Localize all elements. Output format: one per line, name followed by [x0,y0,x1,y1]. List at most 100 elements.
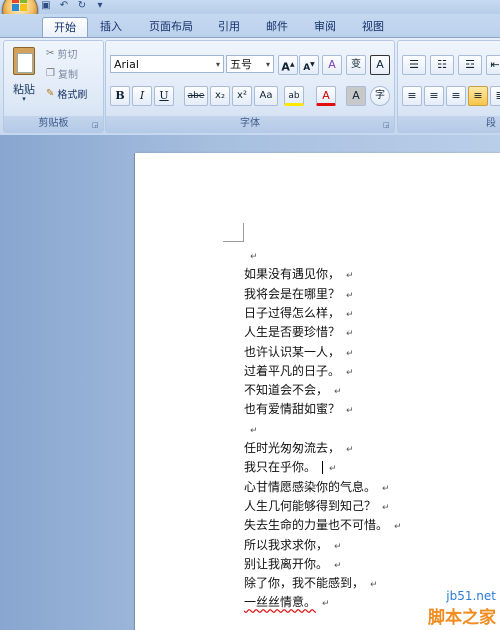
document-line[interactable]: 也有爱情甜如蜜？ ↵ [244,401,354,417]
enclose-character-icon: 字 [375,90,385,101]
document-line[interactable]: 任时光匆匆流去， ↵ [244,440,354,456]
line-text: 人生是否要珍惜？ [244,325,341,340]
enclose-character-button[interactable]: 字 [370,86,390,106]
tab-insert[interactable]: 插入 [92,17,130,37]
watermark-brand: 脚本之家 [428,608,496,628]
subscript-icon: x₂ [215,90,225,101]
document-page[interactable]: ↵ 如果没有遇见你， ↵ 我将会是在哪里？ ↵ 日子过得怎么样， ↵ 人生是否要珍惜？ ↵ 也许认… [135,153,500,630]
shrink-font-button[interactable]: A▼ [299,55,319,75]
subscript-button[interactable]: x₂ [210,86,230,106]
character-shading-button[interactable]: A [346,86,366,106]
change-case-icon: Aa [259,90,273,101]
grow-font-button[interactable]: A▲ [278,55,298,75]
document-line[interactable]: 别让我离开你。 ↵ [244,556,342,572]
document-line[interactable]: 所以我求求你， ↵ [244,537,342,553]
document-line[interactable]: 也许认识某一人， ↵ [244,344,354,360]
clipboard-group-label: 剪贴板 [4,116,103,132]
tab-page-layout[interactable]: 页面布局 [142,17,200,37]
tab-view[interactable]: 视图 [354,17,392,37]
line-text: 任时光匆匆流去， [244,441,341,455]
text-cursor [322,461,324,475]
bullets-button[interactable]: ☰ [402,55,426,75]
superscript-button[interactable]: x² [232,86,252,106]
redo-icon[interactable]: ↻ [76,1,88,11]
document-workspace: ↵ 如果没有遇见你， ↵ 我将会是在哪里？ ↵ 日子过得怎么样， ↵ 人生是否要珍惜？ ↵ 也许认… [0,135,500,630]
change-case-button[interactable]: Aa [254,86,278,106]
align-right-button[interactable]: ≡ [446,86,466,106]
clipboard-launcher-icon[interactable]: ◲ [92,121,100,129]
font-launcher-icon[interactable]: ◲ [383,121,391,129]
highlighter-icon: ab [288,91,300,101]
document-line[interactable]: 人生几何能够得到知己？ ↵ [244,498,390,514]
italic-button[interactable]: I [132,86,152,106]
multilevel-list-button[interactable]: ☲ [458,55,482,75]
phonetic-guide-button[interactable]: 变 [346,55,366,75]
document-line[interactable]: 日子过得怎么样， ↵ [244,305,354,321]
tab-home[interactable]: 开始 [42,17,88,38]
tab-references[interactable]: 引用 [210,17,248,37]
document-line[interactable]: 如果没有遇见你， ↵ [244,266,354,282]
align-center-button[interactable]: ≡ [424,86,444,106]
font-group-label: 字体 [106,116,394,132]
paste-button[interactable]: 粘贴 ▾ [8,45,40,105]
highlight-button[interactable]: ab [284,86,304,106]
clear-format-icon: A [328,58,336,71]
document-line[interactable]: ↵ [244,247,258,263]
paragraph-mark-icon: ↵ [334,387,342,398]
line-text: 也许认识某一人， [244,344,341,359]
font-size-value: 五号 [230,58,252,71]
document-line[interactable]: ↵ [244,421,258,437]
scissors-icon: ✂ [46,48,55,59]
font-size-combo[interactable]: 五号 ▾ [226,55,274,73]
customize-qat-icon[interactable]: ▾ [94,1,106,11]
italic-icon: I [139,89,145,102]
font-color-button[interactable]: A [316,86,336,106]
decrease-indent-button[interactable]: ⇤ [486,55,500,75]
document-line[interactable]: 失去生命的力量也不可惜。 ↵ [244,517,402,533]
font-group: Arial ▾ 五号 ▾ A▲ A▼ A 变 A B I U abe x₂ x²… [105,40,395,133]
font-name-value: Arial [114,58,139,71]
document-line[interactable]: 一丝丝情意。 ↵ [244,594,330,610]
character-shading-icon: A [352,89,360,102]
paragraph-mark-icon: ↵ [382,502,390,513]
strikethrough-button[interactable]: abe [184,86,208,106]
format-painter-button[interactable]: ✎ 格式刷 [46,86,87,101]
grow-font-icon: A [281,60,290,74]
document-line[interactable]: 我只在乎你。 ↵ [244,459,337,475]
chevron-down-icon: ▾ [215,60,220,69]
document-line[interactable]: 心甘情愿感染你的气息。 ↵ [244,479,390,495]
document-line[interactable]: 人生是否要珍惜？ ↵ [244,324,354,340]
copy-button[interactable]: ❐ 复制 [46,66,78,81]
copy-icon: ❐ [46,68,55,79]
undo-icon[interactable]: ↶ [58,1,70,11]
underline-button[interactable]: U [154,86,174,106]
superscript-icon: x² [237,90,247,101]
paragraph-mark-icon: ↵ [346,271,354,282]
paragraph-group: ☰ ☷ ☲ ⇤ ≡ ≡ ≡ ≡ ≣ 段 [397,40,500,133]
document-line[interactable]: 除了你，我不能感到， ↵ [244,575,378,591]
paragraph-mark-icon: ↵ [346,290,354,301]
numbering-button[interactable]: ☷ [430,55,454,75]
format-painter-label: 格式刷 [57,90,88,101]
paste-dropdown-icon[interactable]: ▾ [8,95,40,103]
font-color-icon: A [322,89,330,102]
justify-button[interactable]: ≡ [468,86,488,106]
document-line[interactable]: 过着平凡的日子。 ↵ [244,363,354,379]
align-left-button[interactable]: ≡ [402,86,422,106]
line-text: 日子过得怎么样， [244,305,341,320]
strikethrough-icon: abe [187,91,205,101]
document-line[interactable]: 不知道会不会， ↵ [244,382,342,398]
paragraph-mark-icon: ↵ [250,425,258,436]
clipboard-icon [13,47,35,75]
font-name-combo[interactable]: Arial ▾ [110,55,224,73]
distributed-button[interactable]: ≣ [490,86,500,106]
save-icon[interactable]: ▣ [40,1,52,11]
tab-mailings[interactable]: 邮件 [258,17,296,37]
document-line[interactable]: 我将会是在哪里？ ↵ [244,286,354,302]
cut-button[interactable]: ✂ 剪切 [46,46,77,61]
clear-format-button[interactable]: A [322,55,342,75]
bold-button[interactable]: B [110,86,130,106]
office-logo-icon [12,0,28,12]
character-border-button[interactable]: A [370,55,390,75]
tab-review[interactable]: 审阅 [306,17,344,37]
